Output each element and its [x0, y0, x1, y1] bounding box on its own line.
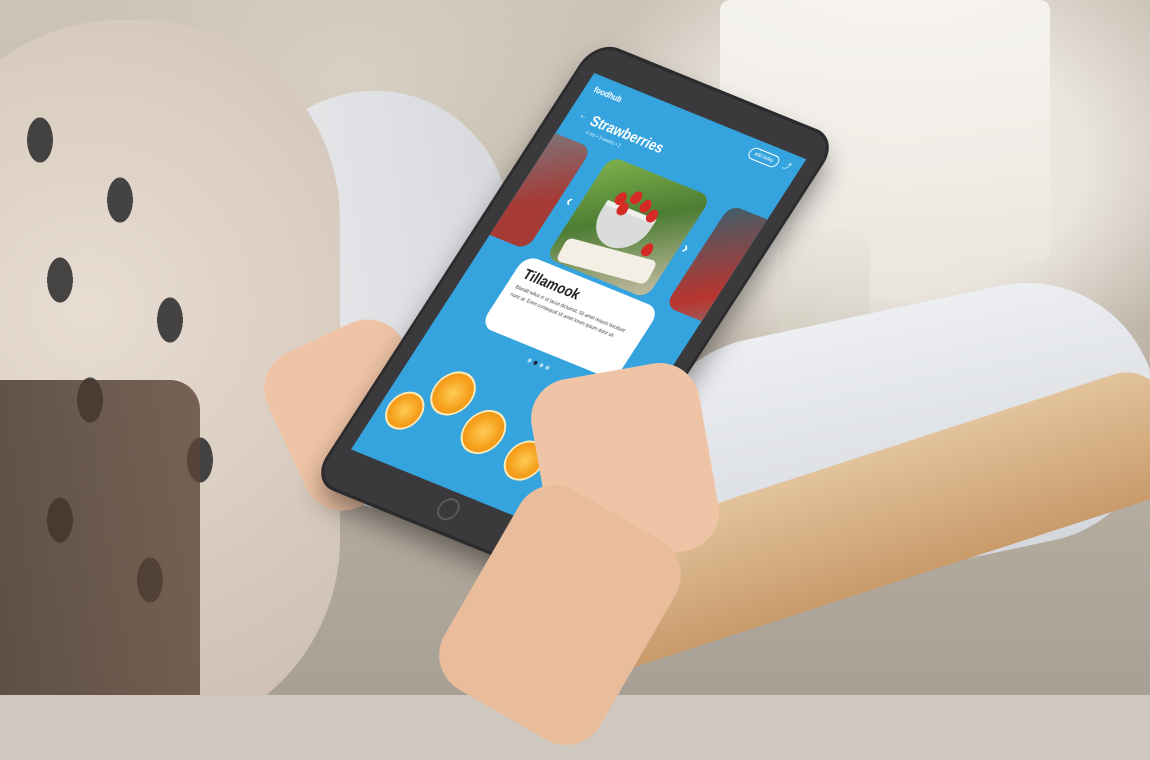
chair-back	[0, 380, 200, 695]
home-button[interactable]	[432, 495, 465, 524]
orange-slice	[451, 403, 516, 461]
arrow-left-icon[interactable]: ←	[578, 110, 590, 121]
carousel-dots	[526, 357, 551, 371]
orange-slice	[377, 386, 433, 436]
page-dot[interactable]	[538, 362, 545, 368]
page-dot[interactable]	[526, 357, 533, 364]
strawberry	[638, 241, 656, 258]
share-icon[interactable]: ⤴	[781, 161, 793, 172]
page-dot[interactable]	[544, 365, 551, 371]
app-logo: foodhub	[591, 84, 625, 104]
add-today-button[interactable]: add today	[745, 146, 782, 169]
chevron-left-icon[interactable]: ‹	[561, 192, 577, 211]
page-dot-active[interactable]	[532, 360, 539, 366]
